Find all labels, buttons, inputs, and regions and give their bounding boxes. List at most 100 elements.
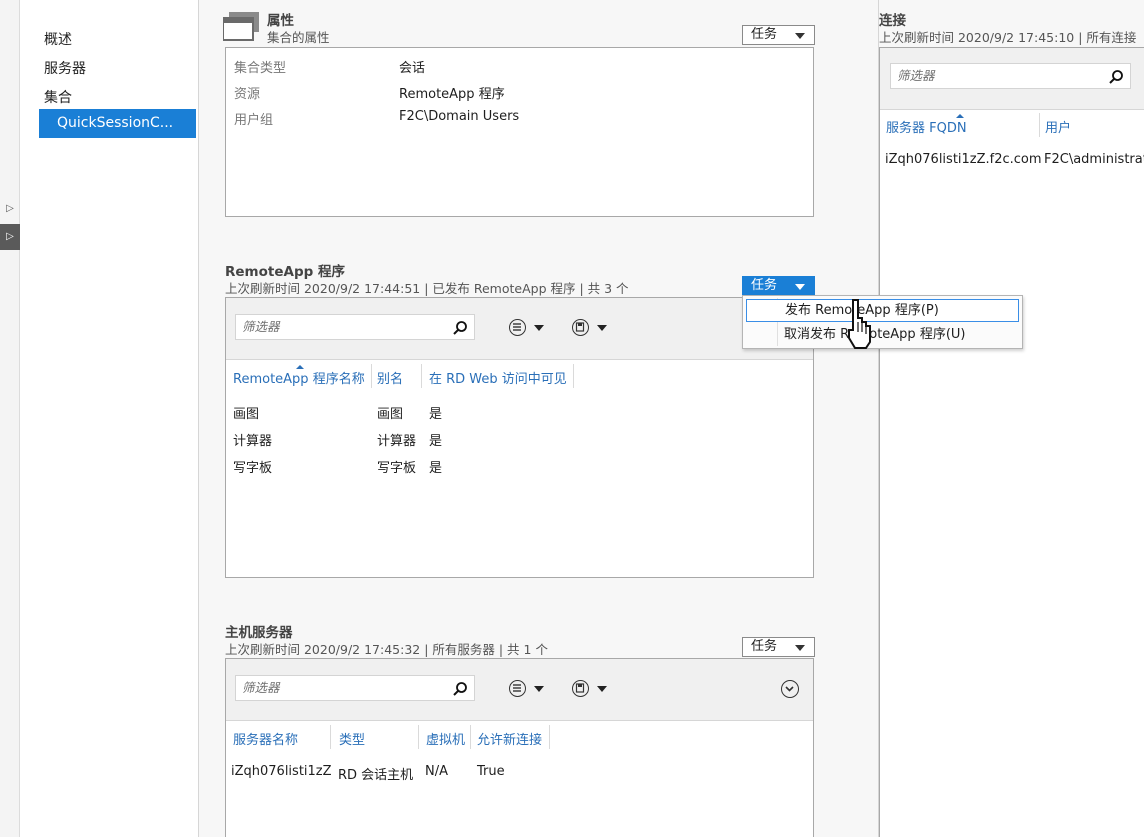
column-header-user[interactable]: 用户 (1045, 117, 1071, 136)
table-row-calculator-alias: 计算器 (377, 434, 417, 449)
expand-section-button[interactable] (781, 680, 799, 698)
connections-title: 连接 (879, 13, 906, 29)
prop-value-collection-type: 会话 (399, 61, 426, 76)
properties-subtitle: 集合的属性 (267, 30, 330, 45)
menu-item-publish-remoteapp[interactable]: 发布 RemoteApp 程序(P) (746, 299, 1019, 322)
column-separator (421, 364, 422, 388)
chevron-down-icon (534, 325, 544, 331)
prop-label-user-group: 用户组 (234, 113, 274, 128)
column-header-vm[interactable]: 虚拟机 (426, 729, 465, 748)
chevron-down-icon (534, 686, 544, 692)
column-header-program-name[interactable]: RemoteApp 程序名称 (233, 368, 365, 387)
left-edge-strip (0, 0, 20, 837)
table-row-paint-alias: 画图 (377, 407, 404, 422)
chevron-down-icon (597, 686, 607, 692)
column-separator (1039, 113, 1040, 137)
column-header-alias[interactable]: 别名 (377, 368, 403, 387)
search-icon[interactable] (452, 320, 468, 336)
nav-item-overview[interactable]: 概述 (44, 29, 72, 49)
nav-item-collections[interactable]: 集合 (44, 87, 72, 107)
table-row-paint-visible: 是 (429, 407, 443, 422)
properties-tasks-label: 任务 (751, 27, 778, 42)
list-view-icon (509, 319, 526, 336)
nav-item-servers[interactable]: 服务器 (44, 58, 86, 78)
column-separator (573, 364, 574, 388)
table-row-wordpad-name[interactable]: 写字板 (233, 457, 272, 476)
host-servers-tasks-button[interactable]: 任务 (742, 637, 815, 657)
column-header-allow-new-connections[interactable]: 允许新连接 (477, 729, 542, 748)
host-servers-filter-input[interactable] (242, 680, 422, 695)
column-separator (371, 364, 372, 388)
column-header-server-fqdn[interactable]: 服务器 FQDN (886, 117, 967, 136)
connections-panel: 服务器 FQDN 用户 iZqh076listi1zZ.f2c.com F2C\… (879, 47, 1144, 837)
list-view-icon (509, 680, 526, 697)
column-header-type[interactable]: 类型 (339, 729, 365, 748)
remoteapp-tasks-menu: 发布 RemoteApp 程序(P) 取消发布 RemoteApp 程序(U) (742, 295, 1023, 349)
remoteapp-toolbar (226, 298, 813, 360)
expand-arrow-icon-active[interactable]: ▷ (0, 224, 20, 250)
column-separator (549, 725, 550, 749)
host-servers-title: 主机服务器 (225, 625, 293, 641)
properties-tasks-button[interactable]: 任务 (742, 25, 815, 45)
connections-filter-box[interactable] (890, 63, 1131, 89)
menu-item-unpublish-remoteapp[interactable]: 取消发布 RemoteApp 程序(U) (746, 324, 1019, 347)
column-header-server-name[interactable]: 服务器名称 (233, 729, 298, 748)
remoteapp-panel: RemoteApp 程序名称 别名 在 RD Web 访问中可见 画图 画图 是… (225, 297, 814, 578)
chevron-down-icon (795, 645, 805, 651)
column-separator (330, 725, 331, 749)
table-row-connection-fqdn[interactable]: iZqh076listi1zZ.f2c.com (885, 152, 1042, 167)
prop-value-resources: RemoteApp 程序 (399, 87, 505, 102)
table-row-connection-user: F2C\administrat (1044, 152, 1144, 167)
table-row-server-name[interactable]: iZqh076listi1zZ (231, 764, 332, 779)
remoteapp-title: RemoteApp 程序 (225, 264, 345, 280)
remoteapp-subtitle: 上次刷新时间 2020/9/2 17:44:51 | 已发布 RemoteApp… (225, 281, 629, 296)
search-icon[interactable] (1108, 69, 1124, 85)
properties-panel: 集合类型 会话 资源 RemoteApp 程序 用户组 F2C\Domain U… (225, 47, 814, 217)
remoteapp-tasks-button[interactable]: 任务 (742, 276, 815, 296)
save-icon (572, 319, 589, 336)
collection-details-pane: 属性 集合的属性 任务 集合类型 会话 资源 RemoteApp 程序 用户组 … (199, 0, 879, 837)
host-servers-subtitle: 上次刷新时间 2020/9/2 17:45:32 | 所有服务器 | 共 1 个 (225, 642, 548, 657)
column-header-rdweb-visible[interactable]: 在 RD Web 访问中可见 (429, 368, 567, 387)
view-options-button[interactable] (509, 677, 549, 699)
connections-pane: 连接 上次刷新时间 2020/9/2 17:45:10 | 所有连接 服务器 F… (879, 0, 1144, 837)
properties-title: 属性 (267, 13, 294, 29)
connections-subtitle: 上次刷新时间 2020/9/2 17:45:10 | 所有连接 (879, 30, 1137, 45)
table-row-wordpad-visible: 是 (429, 461, 443, 476)
column-separator (418, 725, 419, 749)
pointer-hand-cursor-icon (848, 299, 871, 349)
table-row-server-type: RD 会话主机 (338, 768, 414, 783)
host-servers-tasks-label: 任务 (751, 639, 778, 654)
prop-value-user-group: F2C\Domain Users (399, 109, 520, 124)
connections-toolbar (880, 48, 1144, 110)
remoteapp-tasks-label: 任务 (751, 278, 778, 293)
host-servers-panel: 服务器名称 类型 虚拟机 允许新连接 iZqh076listi1zZ RD 会话… (225, 658, 814, 837)
chevron-down-icon (597, 325, 607, 331)
remoteapp-filter-input[interactable] (242, 319, 422, 334)
column-separator (470, 725, 471, 749)
table-row-calculator-name[interactable]: 计算器 (233, 430, 272, 449)
properties-window-icon (223, 12, 259, 41)
view-options-button[interactable] (509, 316, 549, 338)
chevron-down-icon (795, 284, 805, 290)
nav-item-quicksession-collection[interactable]: QuickSessionC... (39, 109, 196, 138)
table-row-wordpad-alias: 写字板 (377, 461, 417, 476)
expand-arrow-icon[interactable]: ▷ (0, 196, 20, 222)
chevron-down-icon (785, 686, 794, 692)
chevron-down-icon (795, 33, 805, 39)
save-query-button[interactable] (572, 316, 612, 338)
table-row-calculator-visible: 是 (429, 434, 443, 449)
connections-filter-input[interactable] (897, 68, 1077, 83)
navigation-pane: 概述 服务器 集合 QuickSessionC... (20, 0, 199, 837)
table-row-server-vm: N/A (425, 764, 448, 779)
prop-label-collection-type: 集合类型 (234, 61, 287, 76)
search-icon[interactable] (452, 681, 468, 697)
prop-label-resources: 资源 (234, 87, 261, 102)
save-icon (572, 680, 589, 697)
host-servers-filter-box[interactable] (235, 675, 475, 701)
save-query-button[interactable] (572, 677, 612, 699)
host-servers-toolbar (226, 659, 813, 721)
table-row-server-allow: True (477, 764, 505, 779)
table-row-paint-name[interactable]: 画图 (233, 403, 259, 422)
remoteapp-filter-box[interactable] (235, 314, 475, 340)
